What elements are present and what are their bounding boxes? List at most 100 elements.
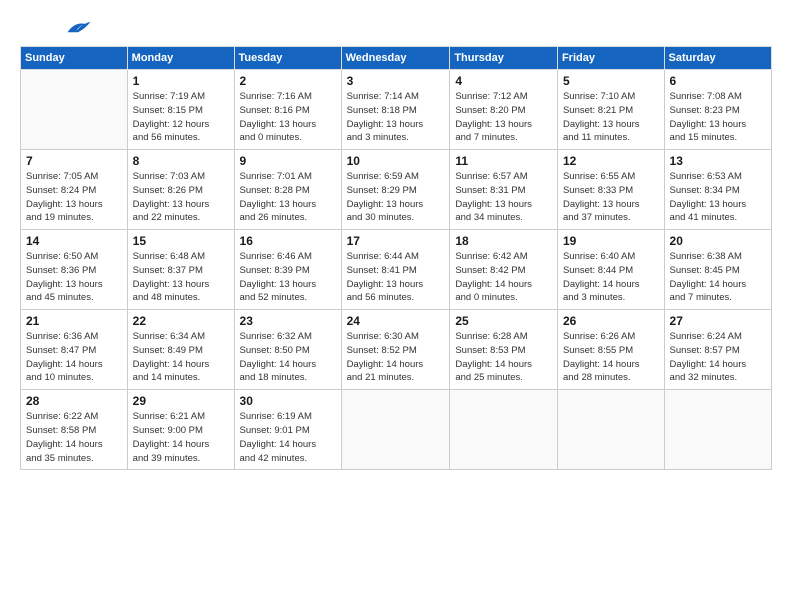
day-number: 11 bbox=[455, 154, 552, 168]
day-number: 25 bbox=[455, 314, 552, 328]
calendar-cell: 22 Sunrise: 6:34 AMSunset: 8:49 PMDayligh… bbox=[127, 310, 234, 390]
day-info: Sunrise: 6:21 AMSunset: 9:00 PMDaylight:… bbox=[133, 410, 229, 465]
day-info: Sunrise: 6:30 AMSunset: 8:52 PMDaylight:… bbox=[347, 330, 445, 385]
day-number: 26 bbox=[563, 314, 659, 328]
calendar-cell: 24 Sunrise: 6:30 AMSunset: 8:52 PMDayligh… bbox=[341, 310, 450, 390]
day-number: 1 bbox=[133, 74, 229, 88]
calendar-cell: 14 Sunrise: 6:50 AMSunset: 8:36 PMDayligh… bbox=[21, 230, 128, 310]
calendar-cell: 27 Sunrise: 6:24 AMSunset: 8:57 PMDayligh… bbox=[664, 310, 771, 390]
calendar-cell: 28Sunrise: 6:22 AMSunset: 8:58 PMDayligh… bbox=[21, 390, 128, 470]
calendar-cell: 10Sunrise: 6:59 AMSunset: 8:29 PMDayligh… bbox=[341, 150, 450, 230]
day-info: Sunrise: 6:19 AMSunset: 9:01 PMDaylight:… bbox=[240, 410, 336, 465]
calendar-cell: 13 Sunrise: 6:53 AMSunset: 8:34 PMDayligh… bbox=[664, 150, 771, 230]
day-info: Sunrise: 7:16 AMSunset: 8:16 PMDaylight:… bbox=[240, 90, 336, 145]
day-info: Sunrise: 6:42 AMSunset: 8:42 PMDaylight:… bbox=[455, 250, 552, 305]
calendar-cell: 16 Sunrise: 6:46 AMSunset: 8:39 PMDayligh… bbox=[234, 230, 341, 310]
day-info: Sunrise: 6:40 AMSunset: 8:44 PMDaylight:… bbox=[563, 250, 659, 305]
day-info: Sunrise: 6:50 AMSunset: 8:36 PMDaylight:… bbox=[26, 250, 122, 305]
day-number: 23 bbox=[240, 314, 336, 328]
day-info: Sunrise: 7:19 AMSunset: 8:15 PMDaylight:… bbox=[133, 90, 229, 145]
day-info: Sunrise: 7:05 AMSunset: 8:24 PMDaylight:… bbox=[26, 170, 122, 225]
calendar-cell: 25 Sunrise: 6:28 AMSunset: 8:53 PMDayligh… bbox=[450, 310, 558, 390]
calendar-cell bbox=[21, 70, 128, 150]
calendar-cell: 7 Sunrise: 7:05 AMSunset: 8:24 PMDaylight… bbox=[21, 150, 128, 230]
day-number: 17 bbox=[347, 234, 445, 248]
day-number: 2 bbox=[240, 74, 336, 88]
calendar-cell: 12Sunrise: 6:55 AMSunset: 8:33 PMDayligh… bbox=[557, 150, 664, 230]
calendar-cell: 26 Sunrise: 6:26 AMSunset: 8:55 PMDayligh… bbox=[557, 310, 664, 390]
day-number: 16 bbox=[240, 234, 336, 248]
calendar-cell: 8 Sunrise: 7:03 AMSunset: 8:26 PMDaylight… bbox=[127, 150, 234, 230]
day-number: 18 bbox=[455, 234, 552, 248]
calendar-cell bbox=[664, 390, 771, 470]
calendar-cell: 1 Sunrise: 7:19 AMSunset: 8:15 PMDaylight… bbox=[127, 70, 234, 150]
day-number: 6 bbox=[670, 74, 766, 88]
day-number: 15 bbox=[133, 234, 229, 248]
day-number: 9 bbox=[240, 154, 336, 168]
calendar-cell: 21 Sunrise: 6:36 AMSunset: 8:47 PMDayligh… bbox=[21, 310, 128, 390]
day-number: 10 bbox=[347, 154, 445, 168]
day-info: Sunrise: 6:48 AMSunset: 8:37 PMDaylight:… bbox=[133, 250, 229, 305]
day-number: 8 bbox=[133, 154, 229, 168]
calendar-week-1: 1 Sunrise: 7:19 AMSunset: 8:15 PMDaylight… bbox=[21, 70, 772, 150]
day-info: Sunrise: 6:46 AMSunset: 8:39 PMDaylight:… bbox=[240, 250, 336, 305]
header bbox=[20, 18, 772, 40]
calendar-header-wednesday: Wednesday bbox=[341, 47, 450, 70]
day-info: Sunrise: 7:12 AMSunset: 8:20 PMDaylight:… bbox=[455, 90, 552, 145]
day-number: 22 bbox=[133, 314, 229, 328]
day-number: 30 bbox=[240, 394, 336, 408]
day-info: Sunrise: 6:44 AMSunset: 8:41 PMDaylight:… bbox=[347, 250, 445, 305]
day-info: Sunrise: 6:57 AMSunset: 8:31 PMDaylight:… bbox=[455, 170, 552, 225]
calendar-cell: 23Sunrise: 6:32 AMSunset: 8:50 PMDayligh… bbox=[234, 310, 341, 390]
day-info: Sunrise: 6:26 AMSunset: 8:55 PMDaylight:… bbox=[563, 330, 659, 385]
day-number: 29 bbox=[133, 394, 229, 408]
day-number: 4 bbox=[455, 74, 552, 88]
day-number: 24 bbox=[347, 314, 445, 328]
day-info: Sunrise: 6:38 AMSunset: 8:45 PMDaylight:… bbox=[670, 250, 766, 305]
day-number: 20 bbox=[670, 234, 766, 248]
day-info: Sunrise: 6:53 AMSunset: 8:34 PMDaylight:… bbox=[670, 170, 766, 225]
day-number: 21 bbox=[26, 314, 122, 328]
day-info: Sunrise: 7:10 AMSunset: 8:21 PMDaylight:… bbox=[563, 90, 659, 145]
day-info: Sunrise: 7:08 AMSunset: 8:23 PMDaylight:… bbox=[670, 90, 766, 145]
day-number: 5 bbox=[563, 74, 659, 88]
calendar-week-5: 28Sunrise: 6:22 AMSunset: 8:58 PMDayligh… bbox=[21, 390, 772, 470]
calendar-week-3: 14 Sunrise: 6:50 AMSunset: 8:36 PMDayligh… bbox=[21, 230, 772, 310]
day-info: Sunrise: 6:22 AMSunset: 8:58 PMDaylight:… bbox=[26, 410, 122, 465]
calendar-cell: 30 Sunrise: 6:19 AMSunset: 9:01 PMDayligh… bbox=[234, 390, 341, 470]
calendar-cell: 2 Sunrise: 7:16 AMSunset: 8:16 PMDaylight… bbox=[234, 70, 341, 150]
day-info: Sunrise: 6:36 AMSunset: 8:47 PMDaylight:… bbox=[26, 330, 122, 385]
calendar-header-tuesday: Tuesday bbox=[234, 47, 341, 70]
calendar-cell bbox=[450, 390, 558, 470]
calendar-header-saturday: Saturday bbox=[664, 47, 771, 70]
logo bbox=[20, 18, 92, 40]
calendar-week-4: 21 Sunrise: 6:36 AMSunset: 8:47 PMDayligh… bbox=[21, 310, 772, 390]
calendar-cell: 17 Sunrise: 6:44 AMSunset: 8:41 PMDayligh… bbox=[341, 230, 450, 310]
logo-bird-icon bbox=[64, 18, 92, 36]
calendar-cell: 6 Sunrise: 7:08 AMSunset: 8:23 PMDaylight… bbox=[664, 70, 771, 150]
calendar-cell: 9Sunrise: 7:01 AMSunset: 8:28 PMDaylight… bbox=[234, 150, 341, 230]
calendar-cell: 20 Sunrise: 6:38 AMSunset: 8:45 PMDayligh… bbox=[664, 230, 771, 310]
day-number: 13 bbox=[670, 154, 766, 168]
calendar-table: SundayMondayTuesdayWednesdayThursdayFrid… bbox=[20, 46, 772, 470]
calendar-header-sunday: Sunday bbox=[21, 47, 128, 70]
day-number: 12 bbox=[563, 154, 659, 168]
page: SundayMondayTuesdayWednesdayThursdayFrid… bbox=[0, 0, 792, 480]
day-number: 7 bbox=[26, 154, 122, 168]
calendar-cell: 15 Sunrise: 6:48 AMSunset: 8:37 PMDayligh… bbox=[127, 230, 234, 310]
calendar-week-2: 7 Sunrise: 7:05 AMSunset: 8:24 PMDaylight… bbox=[21, 150, 772, 230]
day-info: Sunrise: 7:03 AMSunset: 8:26 PMDaylight:… bbox=[133, 170, 229, 225]
day-number: 27 bbox=[670, 314, 766, 328]
calendar-header-thursday: Thursday bbox=[450, 47, 558, 70]
day-info: Sunrise: 6:24 AMSunset: 8:57 PMDaylight:… bbox=[670, 330, 766, 385]
day-info: Sunrise: 6:28 AMSunset: 8:53 PMDaylight:… bbox=[455, 330, 552, 385]
calendar-cell: 11 Sunrise: 6:57 AMSunset: 8:31 PMDayligh… bbox=[450, 150, 558, 230]
day-info: Sunrise: 7:14 AMSunset: 8:18 PMDaylight:… bbox=[347, 90, 445, 145]
calendar-cell: 3Sunrise: 7:14 AMSunset: 8:18 PMDaylight… bbox=[341, 70, 450, 150]
day-info: Sunrise: 6:34 AMSunset: 8:49 PMDaylight:… bbox=[133, 330, 229, 385]
calendar-cell: 29 Sunrise: 6:21 AMSunset: 9:00 PMDayligh… bbox=[127, 390, 234, 470]
calendar-cell bbox=[341, 390, 450, 470]
calendar-cell: 18 Sunrise: 6:42 AMSunset: 8:42 PMDayligh… bbox=[450, 230, 558, 310]
day-number: 14 bbox=[26, 234, 122, 248]
calendar-cell: 4 Sunrise: 7:12 AMSunset: 8:20 PMDaylight… bbox=[450, 70, 558, 150]
